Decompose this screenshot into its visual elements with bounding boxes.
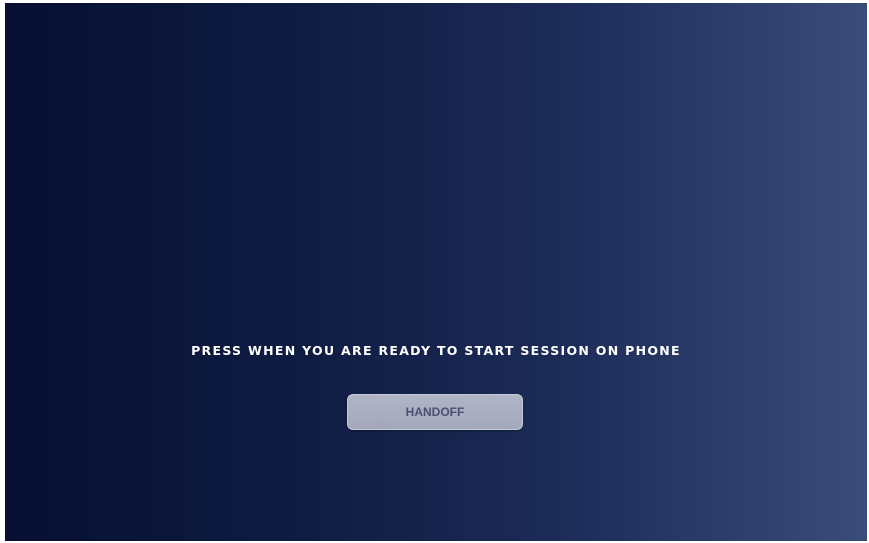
ready-prompt-text: PRESS WHEN YOU ARE READY TO START SESSIO…	[191, 343, 681, 358]
handoff-button[interactable]: HANDOFF	[347, 394, 523, 430]
session-screen: PRESS WHEN YOU ARE READY TO START SESSIO…	[5, 3, 867, 541]
